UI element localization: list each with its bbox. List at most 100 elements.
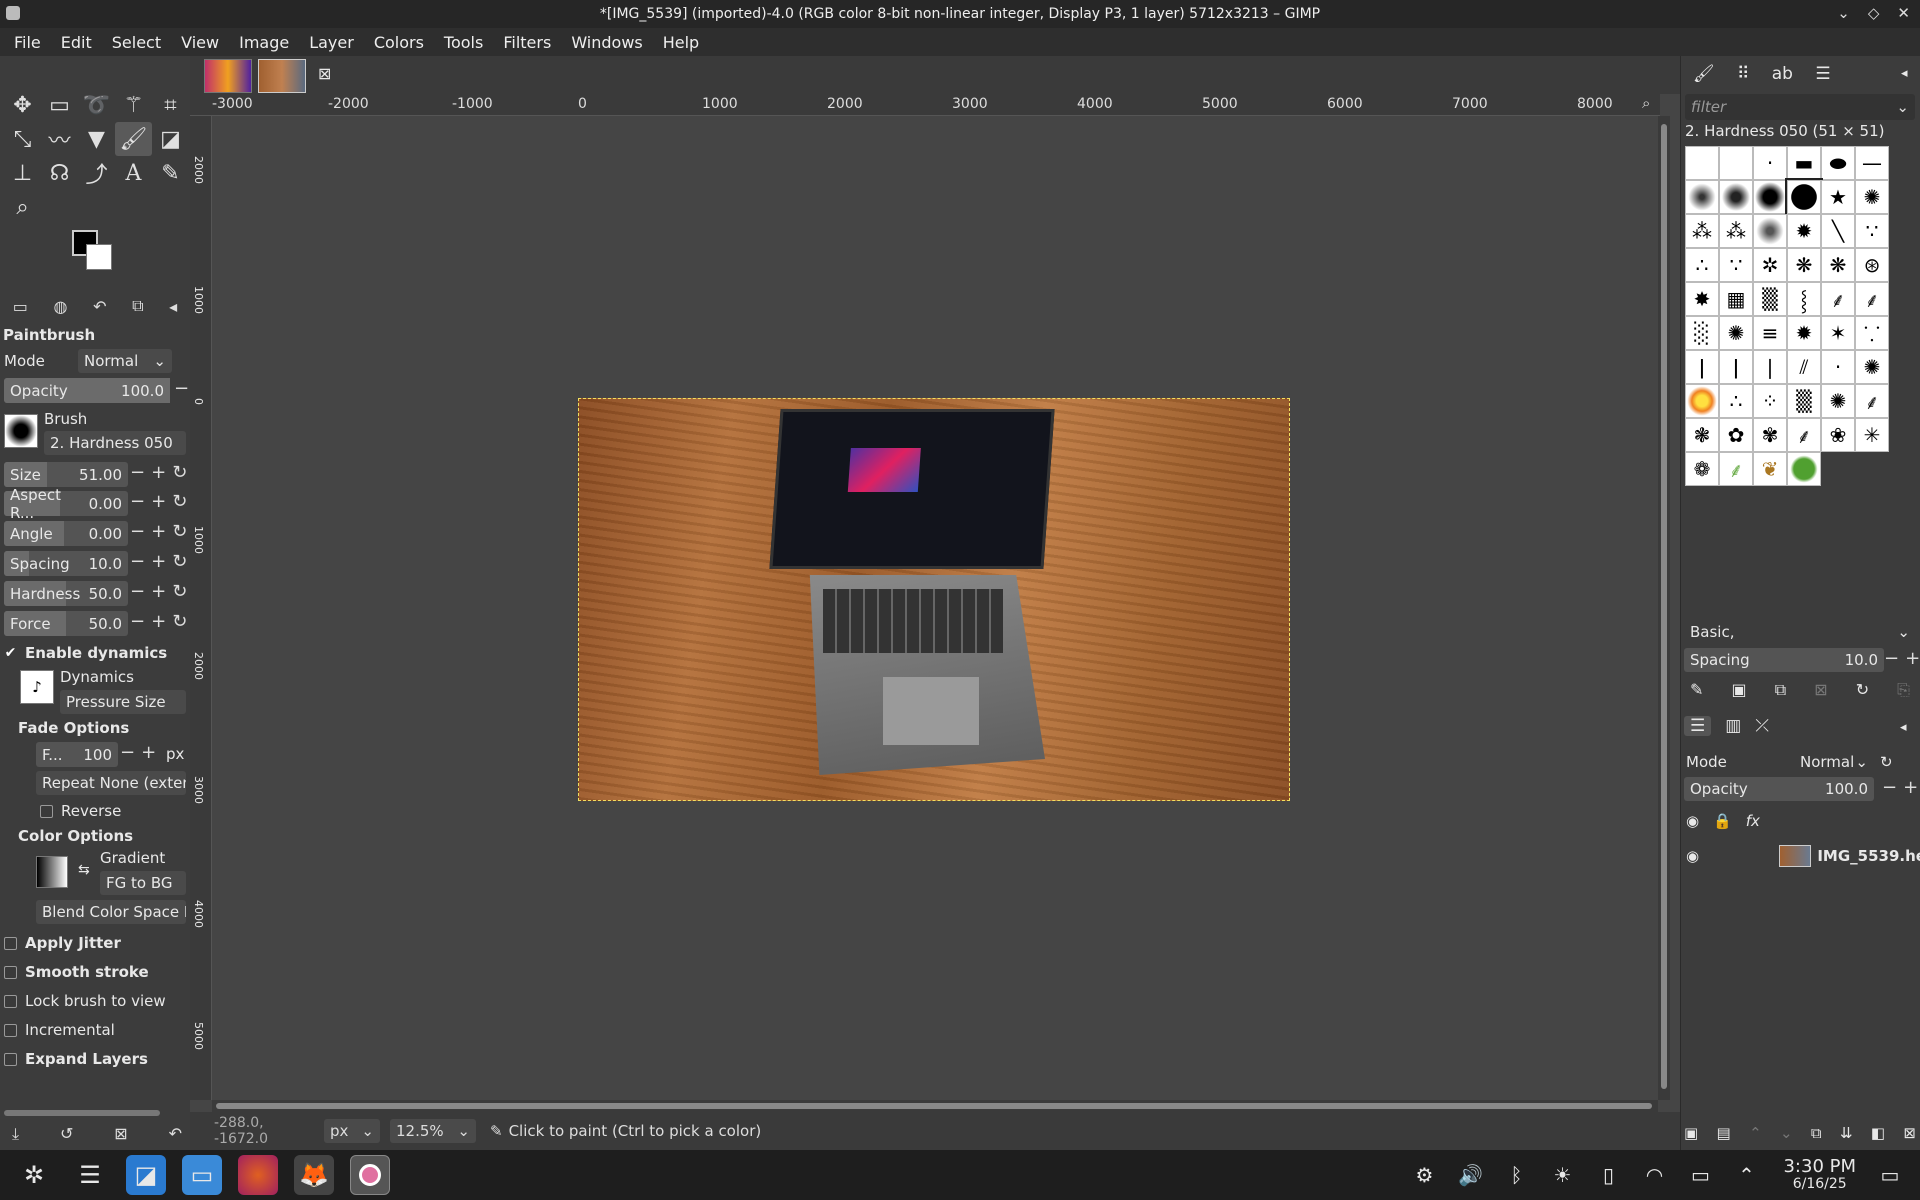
angle-slider[interactable]: Angle 0.00 bbox=[4, 521, 128, 546]
image-tab-1[interactable] bbox=[204, 59, 252, 93]
configure-brushes-icon[interactable]: ◂ bbox=[1901, 66, 1908, 81]
brush-cell[interactable]: ⸪ bbox=[1855, 316, 1889, 350]
enable-dynamics-checkbox[interactable]: ✔ bbox=[4, 646, 17, 660]
gradient-preview[interactable] bbox=[36, 856, 68, 888]
configure-layers-icon[interactable]: ◂ bbox=[1900, 720, 1907, 735]
smooth-stroke-checkbox[interactable] bbox=[4, 965, 17, 979]
mode-select[interactable]: Normal ⌄ bbox=[78, 349, 172, 373]
brush-cell[interactable]: ǀ bbox=[1719, 350, 1753, 384]
tool-options-scrollbar[interactable] bbox=[4, 1110, 160, 1116]
fade-stepper[interactable]: − + bbox=[120, 742, 156, 763]
menu-layer[interactable]: Layer bbox=[299, 33, 364, 52]
image-photo[interactable] bbox=[578, 398, 1290, 801]
aspect-stepper[interactable]: − + ↻ bbox=[130, 491, 187, 512]
fuzzy-select-icon[interactable]: ⚚ bbox=[115, 88, 152, 122]
store-icon[interactable]: ◪ bbox=[126, 1155, 166, 1195]
menu-help[interactable]: Help bbox=[653, 33, 709, 52]
layer-mode-select[interactable]: Normal ⌄ bbox=[1794, 750, 1874, 774]
apply-jitter-row[interactable]: Apply Jitter bbox=[4, 931, 186, 955]
brush-cell[interactable] bbox=[1753, 214, 1787, 248]
brush-cell[interactable] bbox=[1753, 180, 1787, 214]
layer-opacity-stepper[interactable]: − + bbox=[1882, 777, 1918, 798]
document-history-tab-icon[interactable]: ☰ bbox=[1815, 64, 1830, 84]
brush-cell[interactable]: ✲ bbox=[1753, 248, 1787, 282]
brush-cell[interactable]: ▬ bbox=[1787, 146, 1821, 180]
fade-unit[interactable]: px bbox=[166, 745, 184, 763]
new-group-icon[interactable]: ▤ bbox=[1717, 1124, 1731, 1142]
menu-windows[interactable]: Windows bbox=[561, 33, 652, 52]
duplicate-layer-icon[interactable]: ⧉ bbox=[1811, 1124, 1822, 1142]
rect-select-icon[interactable]: ▭ bbox=[41, 88, 78, 122]
fonts-tab-icon[interactable]: ab bbox=[1772, 64, 1793, 84]
delete-brush-icon[interactable]: ⊠ bbox=[1814, 680, 1827, 700]
incremental-checkbox[interactable] bbox=[4, 1023, 17, 1037]
device-status-tab-icon[interactable]: ◍ bbox=[54, 297, 68, 316]
dynamics-value[interactable]: Pressure Size bbox=[60, 690, 186, 714]
force-stepper[interactable]: − + ↻ bbox=[130, 611, 187, 632]
vertical-scrollbar[interactable] bbox=[1658, 116, 1670, 1100]
color-picker-icon[interactable]: ✎ bbox=[152, 156, 189, 190]
size-stepper[interactable]: − + ↻ bbox=[130, 462, 187, 483]
spacing-slider[interactable]: Spacing 10.0 bbox=[4, 551, 128, 576]
restore-preset-icon[interactable]: ↺ bbox=[60, 1124, 73, 1144]
mask-layer-icon[interactable]: ◧ bbox=[1871, 1124, 1885, 1142]
brush-cell[interactable]: ✺ bbox=[1855, 350, 1889, 384]
brush-cell[interactable]: ✾ bbox=[1753, 418, 1787, 452]
delete-preset-icon[interactable]: ⊠ bbox=[114, 1124, 127, 1144]
brush-cell[interactable]: ✹ bbox=[1787, 316, 1821, 350]
brush-cell[interactable]: ✺ bbox=[1719, 316, 1753, 350]
menu-file[interactable]: File bbox=[4, 33, 51, 52]
active-app-icon[interactable] bbox=[350, 1155, 390, 1195]
clock[interactable]: 3:30 PM 6/16/25 bbox=[1783, 1157, 1856, 1192]
size-slider[interactable]: Size 51.00 bbox=[4, 462, 128, 487]
brush-cell[interactable]: ∴ bbox=[1719, 384, 1753, 418]
brush-cell[interactable]: ❦ bbox=[1753, 452, 1787, 486]
spacing-stepper[interactable]: − + ↻ bbox=[130, 551, 187, 572]
brush-cell[interactable]: ⁂ bbox=[1685, 214, 1719, 248]
image-tab-2[interactable] bbox=[258, 59, 306, 93]
patterns-tab-icon[interactable]: ⠿ bbox=[1737, 64, 1749, 84]
brush-cell[interactable]: ▒ bbox=[1787, 384, 1821, 418]
brush-cell[interactable]: ⁘ bbox=[1753, 384, 1787, 418]
reverse-row[interactable]: Reverse bbox=[40, 799, 180, 823]
save-preset-icon[interactable]: ⤓ bbox=[12, 1124, 19, 1144]
brush-cell[interactable]: ✹ bbox=[1787, 214, 1821, 248]
brush-cell[interactable]: ▒ bbox=[1753, 282, 1787, 316]
smudge-icon[interactable]: ☊ bbox=[41, 156, 78, 190]
lock-brush-row[interactable]: Lock brush to view bbox=[4, 989, 186, 1013]
horizontal-ruler[interactable]: -3000 -2000 -1000 0 1000 2000 3000 4000 … bbox=[190, 94, 1660, 116]
brush-cell[interactable]: ✺ bbox=[1855, 180, 1889, 214]
incremental-row[interactable]: Incremental bbox=[4, 1018, 186, 1042]
menu-colors[interactable]: Colors bbox=[364, 33, 434, 52]
opacity-slider[interactable]: Opacity 100.0 bbox=[4, 378, 170, 403]
lasso-icon[interactable]: ➰ bbox=[78, 88, 115, 122]
unit-select[interactable]: px ⌄ bbox=[324, 1119, 380, 1143]
brush-cell[interactable]: ✳ bbox=[1855, 418, 1889, 452]
menu-view[interactable]: View bbox=[171, 33, 229, 52]
brush-cell[interactable]: ⸙ bbox=[1719, 452, 1753, 486]
gimp-icon[interactable]: 🦊 bbox=[294, 1155, 334, 1195]
brush-cell[interactable]: · bbox=[1753, 146, 1787, 180]
lock-brush-checkbox[interactable] bbox=[4, 994, 17, 1008]
brush-cell[interactable]: ❃ bbox=[1685, 418, 1719, 452]
brush-cell[interactable]: ✸ bbox=[1685, 282, 1719, 316]
expand-layers-row[interactable]: Expand Layers bbox=[4, 1047, 186, 1071]
move-tool-icon[interactable]: ✥ bbox=[4, 88, 41, 122]
paths-tab-icon[interactable]: ⤫ bbox=[1755, 716, 1769, 736]
brush-cell[interactable]: ❘ bbox=[1753, 350, 1787, 384]
raise-layer-icon[interactable]: ⌃ bbox=[1749, 1124, 1762, 1142]
close-image-tab-icon[interactable]: ⊠ bbox=[318, 64, 331, 83]
brush-cell[interactable]: ⫽ bbox=[1787, 350, 1821, 384]
brush-cell[interactable]: ❋ bbox=[1821, 248, 1855, 282]
volume-icon[interactable]: 🔊 bbox=[1450, 1155, 1490, 1195]
brush-cell[interactable] bbox=[1685, 180, 1719, 214]
menu-tools[interactable]: Tools bbox=[434, 33, 493, 52]
horizontal-scrollbar[interactable] bbox=[212, 1100, 1658, 1112]
paintbrush-icon[interactable]: 🖌 bbox=[115, 122, 152, 156]
fg-bg-colors[interactable] bbox=[72, 230, 116, 274]
force-slider[interactable]: Force 50.0 bbox=[4, 611, 128, 636]
clone-icon[interactable]: ⊥ bbox=[4, 156, 41, 190]
settings-icon[interactable]: ☰ bbox=[70, 1155, 110, 1195]
brush-cell[interactable]: ✺ bbox=[1821, 384, 1855, 418]
menu-select[interactable]: Select bbox=[102, 33, 171, 52]
